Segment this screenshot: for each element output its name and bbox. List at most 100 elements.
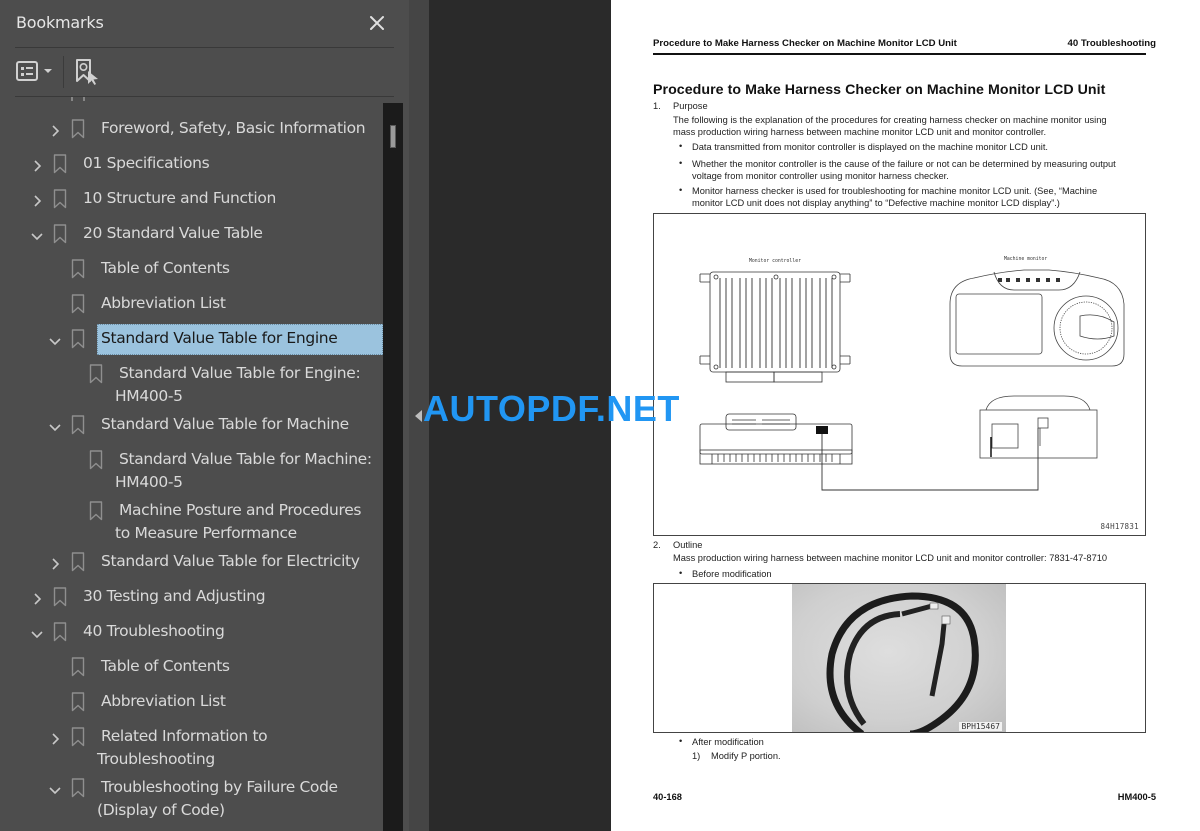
chevron-down-icon[interactable]	[48, 333, 62, 347]
bookmark-label: 40 Troubleshooting	[83, 622, 225, 640]
list-options-button[interactable]	[15, 59, 59, 85]
chevron-down-icon[interactable]	[48, 419, 62, 433]
scrollbar-thumb[interactable]	[390, 125, 396, 148]
toolbar-separator	[63, 56, 64, 88]
bookmarks-header: Bookmarks	[0, 0, 395, 48]
bookmark-icon	[71, 97, 85, 101]
purpose-bullet-3-line2: monitor LCD unit does not display anythi…	[692, 198, 1060, 208]
bookmark-label: 30 Testing and Adjusting	[83, 587, 266, 605]
bookmark-icon	[89, 501, 103, 521]
page-number: 40-168	[653, 792, 682, 802]
section-heading: Purpose	[673, 101, 708, 111]
figure-code: BPH15467	[959, 722, 1002, 731]
chevron-right-icon[interactable]	[48, 123, 62, 137]
machine-monitor-label: Machine monitor	[1004, 256, 1047, 262]
chevron-right-icon[interactable]	[30, 193, 44, 207]
bookmark-label: Table of Contents	[101, 259, 230, 277]
connector	[816, 426, 828, 434]
machine-monitor-drawing	[949, 269, 1125, 367]
bookmark-tree: Foreword, Safety, Basic Information 01 Sp…	[0, 97, 383, 831]
bookmark-icon	[53, 154, 67, 174]
bookmark-icon	[71, 329, 85, 349]
bookmark-label: Standard Value Table for Engine: HM400-5	[115, 364, 361, 405]
harness-wire	[821, 428, 1039, 491]
bookmark-icon	[53, 587, 67, 607]
bookmark-icon	[71, 552, 85, 572]
monitor-controller-label: Monitor controller	[749, 258, 801, 264]
running-head-right: 40 Troubleshooting	[1067, 38, 1156, 49]
section-number: 1.	[653, 101, 661, 111]
bullet-after-modification: After modification	[692, 737, 764, 747]
bookmark-item[interactable]: Troubleshooting by Failure Code (Display…	[0, 775, 383, 821]
bullet-before-modification: Before modification	[692, 569, 772, 579]
bookmark-label: Troubleshooting by Failure Code (Display…	[97, 778, 338, 819]
bookmark-label: 20 Standard Value Table	[83, 224, 263, 242]
bookmark-label: Standard Value Table for Electricity	[101, 552, 360, 570]
purpose-body-line2: mass production wiring harness between m…	[673, 127, 1047, 137]
step-number: 1)	[692, 751, 701, 761]
find-current-bookmark-icon[interactable]	[73, 57, 103, 87]
wiring-diagram-figure: Monitor controller Machine monitor 84H17…	[653, 213, 1146, 536]
close-icon[interactable]	[366, 12, 388, 34]
bookmark-item[interactable]: Machine Posture and Procedures to Measur…	[0, 498, 383, 544]
bookmark-label: Abbreviation List	[101, 294, 226, 312]
bullet-dot: •	[679, 568, 683, 578]
model-number: HM400-5	[1117, 792, 1156, 802]
figure-code: 84H17831	[1100, 522, 1139, 531]
bookmarks-toolbar	[0, 48, 395, 96]
purpose-bullet-3-line1: Monitor harness checker is used for trou…	[692, 186, 1098, 196]
bookmark-icon	[71, 259, 85, 279]
collapse-panel-arrow-icon[interactable]	[415, 410, 422, 422]
bookmark-icon	[89, 450, 103, 470]
monitor-controller-drawing	[699, 271, 851, 383]
bookmarks-title: Bookmarks	[16, 13, 104, 32]
step-text: Modify P portion.	[711, 751, 781, 761]
header-rule	[653, 53, 1146, 55]
bullet-dot: •	[679, 736, 683, 746]
bookmark-icon	[53, 224, 67, 244]
bookmark-label: 01 Specifications	[83, 154, 210, 172]
bookmark-label: Standard Value Table for Engine	[101, 329, 338, 347]
chevron-down-icon[interactable]	[30, 228, 44, 242]
bookmark-item[interactable]: Standard Value Table for Engine: HM400-5	[0, 361, 383, 407]
harness-photo: BPH15467	[792, 584, 1006, 732]
bookmark-label: Standard Value Table for Machine: HM400-…	[115, 450, 372, 491]
bookmark-label: Table of Contents	[101, 657, 230, 675]
bookmarks-panel: Bookmarks Foreword, Safety, Basic Inform…	[0, 0, 409, 831]
bookmark-icon	[53, 189, 67, 209]
harness-cable	[826, 592, 979, 732]
chevron-down-icon	[44, 69, 52, 73]
chevron-right-icon[interactable]	[30, 158, 44, 172]
bookmark-icon	[71, 778, 85, 798]
bookmark-label: 10 Structure and Function	[83, 189, 276, 207]
chevron-right-icon[interactable]	[30, 591, 44, 605]
bookmark-label: Abbreviation List	[101, 692, 226, 710]
purpose-bullet-2-line2: voltage from monitor controller using mo…	[692, 171, 949, 181]
section-heading: Outline	[673, 540, 703, 550]
monitor-controller-front-drawing	[699, 413, 853, 465]
chevron-right-icon[interactable]	[48, 731, 62, 745]
panel-splitter[interactable]	[409, 0, 429, 831]
bookmark-icon	[53, 622, 67, 642]
wiring-diagram: Monitor controller Machine monitor	[699, 256, 1125, 491]
chevron-down-icon[interactable]	[48, 782, 62, 796]
bookmark-icon	[71, 119, 85, 139]
bookmark-icon	[71, 692, 85, 712]
bookmark-item[interactable]: Related Information to Troubleshooting	[0, 724, 383, 770]
chevron-right-icon[interactable]	[48, 556, 62, 570]
bookmarks-scrollbar[interactable]	[383, 103, 403, 831]
outline-body: Mass production wiring harness between m…	[673, 553, 1108, 563]
bookmark-label: Standard Value Table for Machine	[101, 415, 349, 433]
page-title: Procedure to Make Harness Checker on Mac…	[653, 82, 1106, 98]
list-options-icon	[16, 61, 38, 81]
purpose-bullet-2-line1: Whether the monitor controller is the ca…	[692, 159, 1116, 169]
bookmark-icon	[71, 415, 85, 435]
bookmark-label: Foreword, Safety, Basic Information	[101, 119, 366, 137]
chevron-down-icon[interactable]	[30, 626, 44, 640]
document-viewport[interactable]: Procedure to Make Harness Checker on Mac…	[429, 0, 1200, 831]
bookmark-icon	[89, 364, 103, 384]
bookmark-item[interactable]: Standard Value Table for Machine: HM400-…	[0, 447, 383, 493]
section-number: 2.	[653, 540, 661, 550]
pdf-page: Procedure to Make Harness Checker on Mac…	[611, 0, 1200, 831]
bullet-dot: •	[679, 185, 683, 195]
